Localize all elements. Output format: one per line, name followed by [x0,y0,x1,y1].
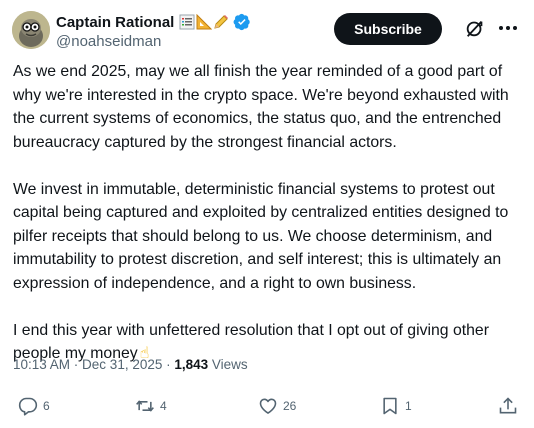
bookmark-icon [383,397,397,415]
like-count: 26 [283,399,297,413]
author-names: Captain Rational @noahseidman [56,12,251,50]
subscribe-button[interactable]: Subscribe [334,13,442,45]
post-paragraph: We invest in immutable, deterministic fi… [13,180,509,292]
share-button[interactable] [498,396,518,416]
post-meta: 10:13 AM · Dec 31, 2025 · 1,843 Views [13,357,248,372]
bookmark-count: 1 [405,399,412,413]
post-date[interactable]: Dec 31, 2025 [82,357,162,372]
more-icon[interactable] [496,16,520,40]
meta-separator: · [162,357,175,372]
heart-icon [259,398,277,414]
views-label: Views [208,357,248,372]
bookmark-button[interactable]: 1 [380,396,412,416]
post-paragraph: As we end 2025, may we all finish the ye… [13,63,509,151]
action-bar: 6 4 26 1 [0,396,534,426]
reply-button[interactable]: 6 [18,396,50,416]
repost-icon [136,400,154,412]
grok-icon[interactable] [464,17,486,39]
verified-badge-icon[interactable] [233,13,251,31]
pencil-icon [214,15,229,29]
display-name[interactable]: Captain Rational [56,14,174,31]
reply-icon [18,397,38,416]
like-button[interactable]: 26 [258,396,296,416]
name-badges [179,14,229,30]
chart-icon [179,14,195,30]
handle[interactable]: @noahseidman [56,33,251,50]
post-header: Captain Rational @noahseidman Subscribe [12,10,522,50]
views-count: 1,843 [174,357,209,372]
display-name-row: Captain Rational [56,12,251,32]
share-icon [499,397,517,414]
reply-count: 6 [43,399,50,413]
avatar[interactable] [12,11,50,49]
repost-count: 4 [160,399,167,413]
post-paragraph-text: I end this year with unfettered resoluti… [13,321,489,363]
meta-separator: · [70,357,83,372]
post-time[interactable]: 10:13 AM [13,357,70,372]
post-text: As we end 2025, may we all finish the ye… [13,60,527,366]
triangular-ruler-icon [196,14,213,30]
repost-button[interactable]: 4 [135,396,167,416]
